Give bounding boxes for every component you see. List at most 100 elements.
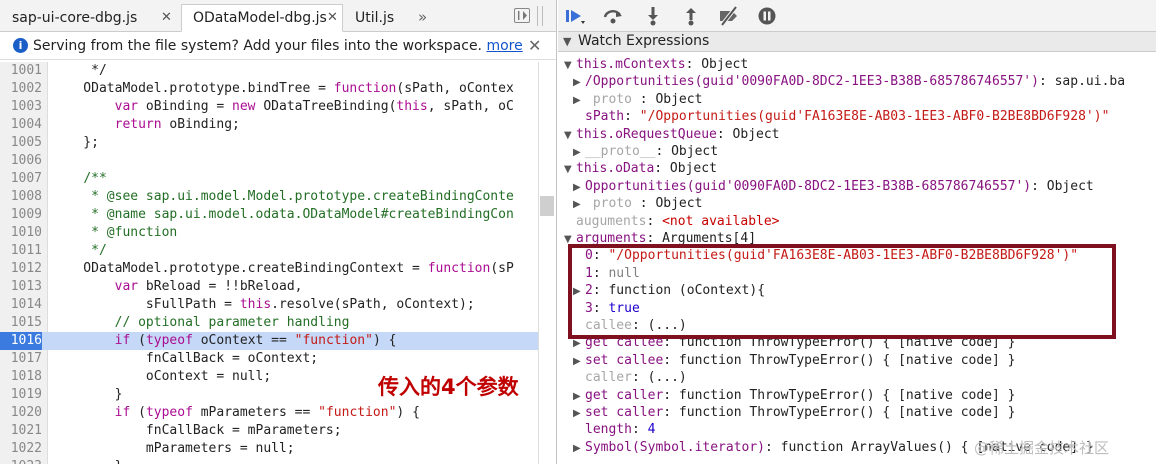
line-number[interactable]: 1020 bbox=[0, 404, 42, 422]
watch-item[interactable]: caller: (...) bbox=[573, 369, 687, 386]
collapse-triangle-icon[interactable]: ▼ bbox=[563, 35, 571, 48]
line-number[interactable]: 1003 bbox=[0, 98, 42, 116]
collapsed-triangle-icon[interactable]: ▶ bbox=[573, 196, 585, 213]
watch-item[interactable]: ▼ this.oData: Object bbox=[564, 160, 717, 177]
line-number[interactable]: 1012 bbox=[0, 260, 42, 278]
watch-item[interactable]: ▼ this.oRequestQueue: Object bbox=[564, 126, 780, 143]
code-line[interactable]: 1005 }; bbox=[0, 134, 538, 152]
line-number[interactable]: 1014 bbox=[0, 296, 42, 314]
watch-item-text: set callee: function ThrowTypeError() { … bbox=[585, 352, 1016, 368]
code-text: var bReload = !!bReload, bbox=[114, 279, 303, 294]
line-number[interactable]: 1002 bbox=[0, 80, 42, 98]
close-icon[interactable]: ✕ bbox=[327, 5, 338, 31]
pause-on-exceptions-icon[interactable] bbox=[756, 6, 778, 26]
code-line[interactable]: 1009 * @name sap.ui.model.odata.ODataMod… bbox=[0, 206, 538, 224]
line-number[interactable]: 1017 bbox=[0, 350, 42, 368]
line-number[interactable]: 1009 bbox=[0, 206, 42, 224]
watch-item[interactable]: ▶/Opportunities(guid'0090FA0D-8DC2-1EE3-… bbox=[573, 73, 1125, 90]
code-line[interactable]: 1004 return oBinding; bbox=[0, 116, 538, 134]
line-number[interactable]: 1004 bbox=[0, 116, 42, 134]
code-line[interactable]: 1021 fnCallBack = mParameters; bbox=[0, 422, 538, 440]
watch-item[interactable]: ▶ proto : Object bbox=[573, 195, 702, 212]
code-line-current[interactable]: 1016 if (typeof oContext == "function") … bbox=[0, 332, 538, 350]
toggle-debugger-icon[interactable] bbox=[514, 8, 530, 23]
watch-item-text: get caller: function ThrowTypeError() { … bbox=[585, 387, 1016, 403]
step-over-icon[interactable] bbox=[602, 6, 624, 26]
code-line[interactable]: 1020 if (typeof mParameters == "function… bbox=[0, 404, 538, 422]
line-number[interactable]: 1013 bbox=[0, 278, 42, 296]
close-icon[interactable]: ✕ bbox=[161, 5, 172, 31]
line-number[interactable]: 1015 bbox=[0, 314, 42, 332]
watch-item[interactable]: auguments: <not available> bbox=[564, 213, 780, 230]
code-line[interactable]: 1017 fnCallBack = oContext; bbox=[0, 350, 538, 368]
watermark: @稀土掘金技术社区 bbox=[974, 439, 1110, 457]
code-line[interactable]: 1003 var oBinding = new ODataTreeBinding… bbox=[0, 98, 538, 116]
line-number[interactable]: 1016 bbox=[0, 332, 42, 350]
tab-sap-ui-core[interactable]: sap-ui-core-dbg.js ✕ bbox=[0, 4, 181, 32]
expanded-triangle-icon[interactable]: ▼ bbox=[564, 127, 576, 144]
line-number[interactable]: 1023 bbox=[0, 458, 42, 464]
line-number[interactable]: 1010 bbox=[0, 224, 42, 242]
watch-item[interactable]: ▶ set callee: function ThrowTypeError() {… bbox=[573, 352, 1015, 369]
step-out-icon[interactable] bbox=[680, 6, 702, 26]
line-number[interactable]: 1019 bbox=[0, 386, 42, 404]
collapsed-triangle-icon[interactable]: ▶ bbox=[573, 74, 585, 91]
resume-icon[interactable] bbox=[564, 6, 586, 26]
code-line[interactable]: 1006 bbox=[0, 152, 538, 170]
code-line[interactable]: 1002 ODataModel.prototype.bindTree = fun… bbox=[0, 80, 538, 98]
watch-item[interactable]: ▼ this.mContexts: Object bbox=[564, 56, 748, 73]
code-line[interactable]: 1023 } bbox=[0, 458, 538, 464]
step-into-icon[interactable] bbox=[642, 6, 664, 26]
expanded-triangle-icon[interactable]: ▼ bbox=[564, 161, 576, 178]
watch-item-text: this.oData: Object bbox=[576, 161, 717, 177]
tab-overflow-icon[interactable]: » bbox=[418, 4, 427, 30]
more-link[interactable]: more bbox=[486, 38, 522, 54]
deactivate-breakpoints-icon[interactable] bbox=[718, 5, 740, 27]
watch-expressions-header[interactable]: ▼ Watch Expressions bbox=[558, 32, 1156, 52]
code-editor[interactable]: 1001 */1002 ODataModel.prototype.bindTre… bbox=[0, 62, 556, 464]
expanded-triangle-icon[interactable]: ▼ bbox=[564, 57, 576, 74]
close-icon[interactable]: ✕ bbox=[528, 36, 541, 55]
debugger-toolbar bbox=[558, 0, 1156, 32]
watch-item[interactable]: ▶ Opportunities(guid'0090FA0D-8DC2-1EE3-B… bbox=[573, 178, 1094, 195]
watch-item[interactable]: ▶ set caller: function ThrowTypeError() {… bbox=[573, 404, 1015, 421]
watch-item[interactable]: ▶ get caller: function ThrowTypeError() {… bbox=[573, 387, 1015, 404]
editor-scrollbar[interactable] bbox=[538, 62, 556, 464]
line-number[interactable]: 1011 bbox=[0, 242, 42, 260]
line-number[interactable]: 1018 bbox=[0, 368, 42, 386]
tab-odatamodel[interactable]: ODataModel-dbg.js ✕ bbox=[181, 4, 343, 32]
collapsed-triangle-icon[interactable]: ▶ bbox=[573, 179, 585, 196]
scrollbar-thumb[interactable] bbox=[540, 196, 554, 216]
code-line[interactable]: 1014 sFullPath = this.resolve(sPath, oCo… bbox=[0, 296, 538, 314]
watch-item[interactable]: ▶ __proto__: Object bbox=[573, 143, 718, 160]
code-line[interactable]: 1022 mParameters = null; bbox=[0, 440, 538, 458]
line-number[interactable]: 1005 bbox=[0, 134, 42, 152]
line-number[interactable]: 1001 bbox=[0, 62, 42, 80]
divider bbox=[537, 6, 538, 26]
line-number[interactable]: 1021 bbox=[0, 422, 42, 440]
watch-item[interactable]: sPath: "/Opportunities(guid'FA163E8E-AB0… bbox=[573, 108, 1109, 125]
line-number[interactable]: 1022 bbox=[0, 440, 42, 458]
watch-item-text: proto : Object bbox=[585, 196, 703, 212]
line-number[interactable]: 1008 bbox=[0, 188, 42, 206]
collapsed-triangle-icon[interactable]: ▶ bbox=[573, 440, 585, 457]
collapsed-triangle-icon[interactable]: ▶ bbox=[573, 353, 585, 370]
code-text: }; bbox=[52, 135, 99, 150]
tab-util[interactable]: Util.js bbox=[343, 4, 415, 32]
code-line[interactable]: 1013 var bReload = !!bReload, bbox=[0, 278, 538, 296]
watch-item[interactable]: ▶ proto : Object bbox=[573, 91, 702, 108]
code-line[interactable]: 1015 // optional parameter handling bbox=[0, 314, 538, 332]
collapsed-triangle-icon[interactable]: ▶ bbox=[573, 144, 585, 161]
code-line[interactable]: 1012 ODataModel.prototype.createBindingC… bbox=[0, 260, 538, 278]
collapsed-triangle-icon[interactable]: ▶ bbox=[573, 388, 585, 405]
code-line[interactable]: 1008 * @see sap.ui.model.Model.prototype… bbox=[0, 188, 538, 206]
collapsed-triangle-icon[interactable]: ▶ bbox=[573, 92, 585, 109]
watch-item[interactable]: length: 4 bbox=[573, 421, 655, 438]
code-line[interactable]: 1011 */ bbox=[0, 242, 538, 260]
line-number[interactable]: 1007 bbox=[0, 170, 42, 188]
code-line[interactable]: 1001 */ bbox=[0, 62, 538, 80]
collapsed-triangle-icon[interactable]: ▶ bbox=[573, 405, 585, 422]
code-line[interactable]: 1010 * @function bbox=[0, 224, 538, 242]
line-number[interactable]: 1006 bbox=[0, 152, 42, 170]
code-line[interactable]: 1007 /** bbox=[0, 170, 538, 188]
